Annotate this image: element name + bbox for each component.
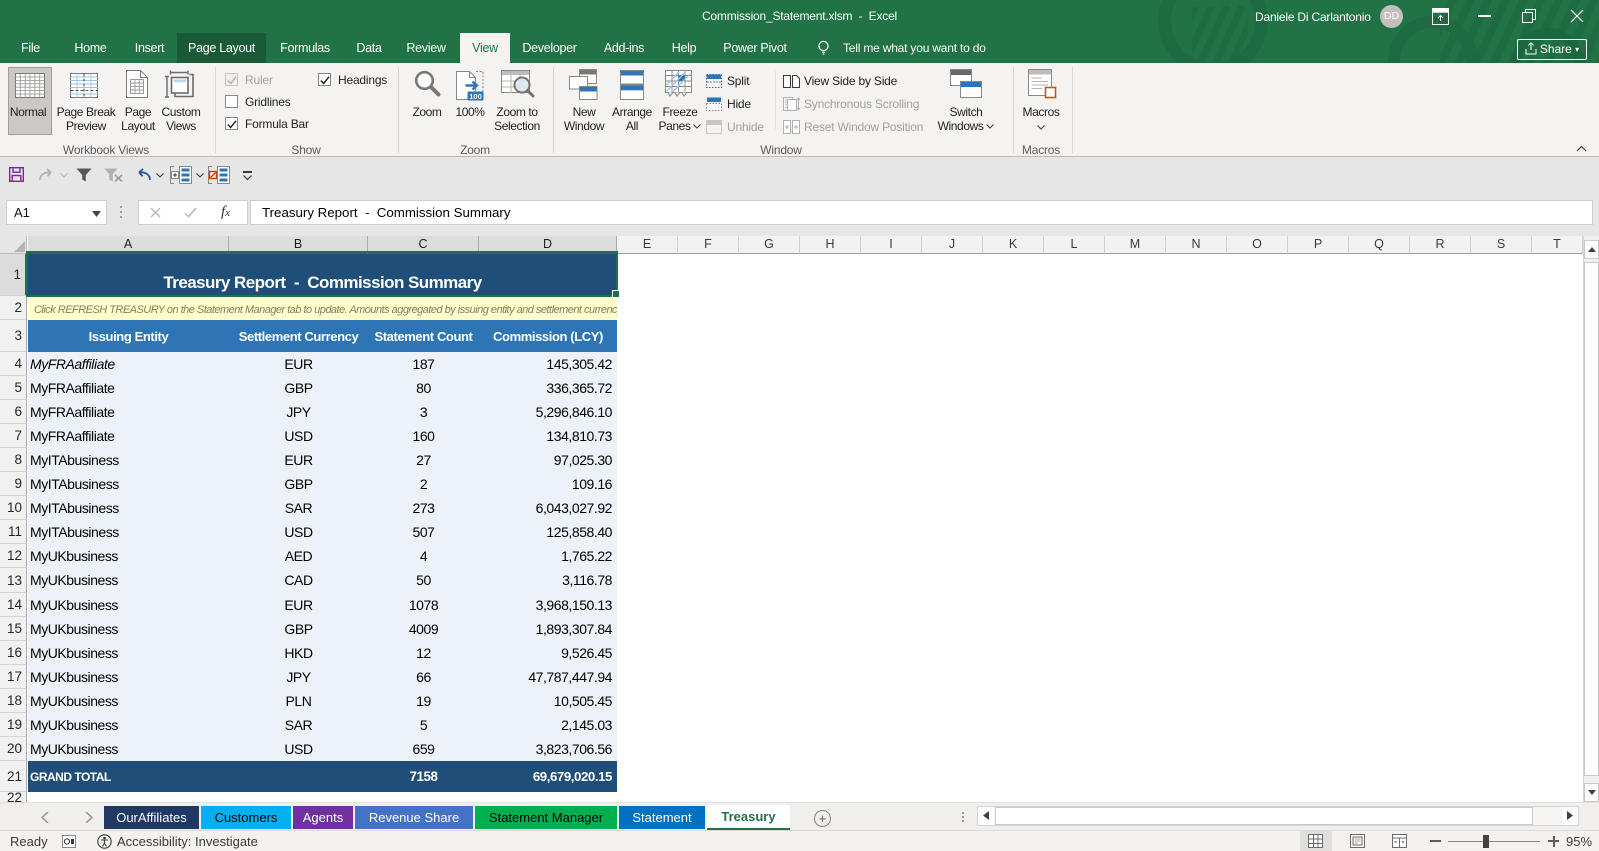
svg-text:100: 100 <box>469 92 482 101</box>
